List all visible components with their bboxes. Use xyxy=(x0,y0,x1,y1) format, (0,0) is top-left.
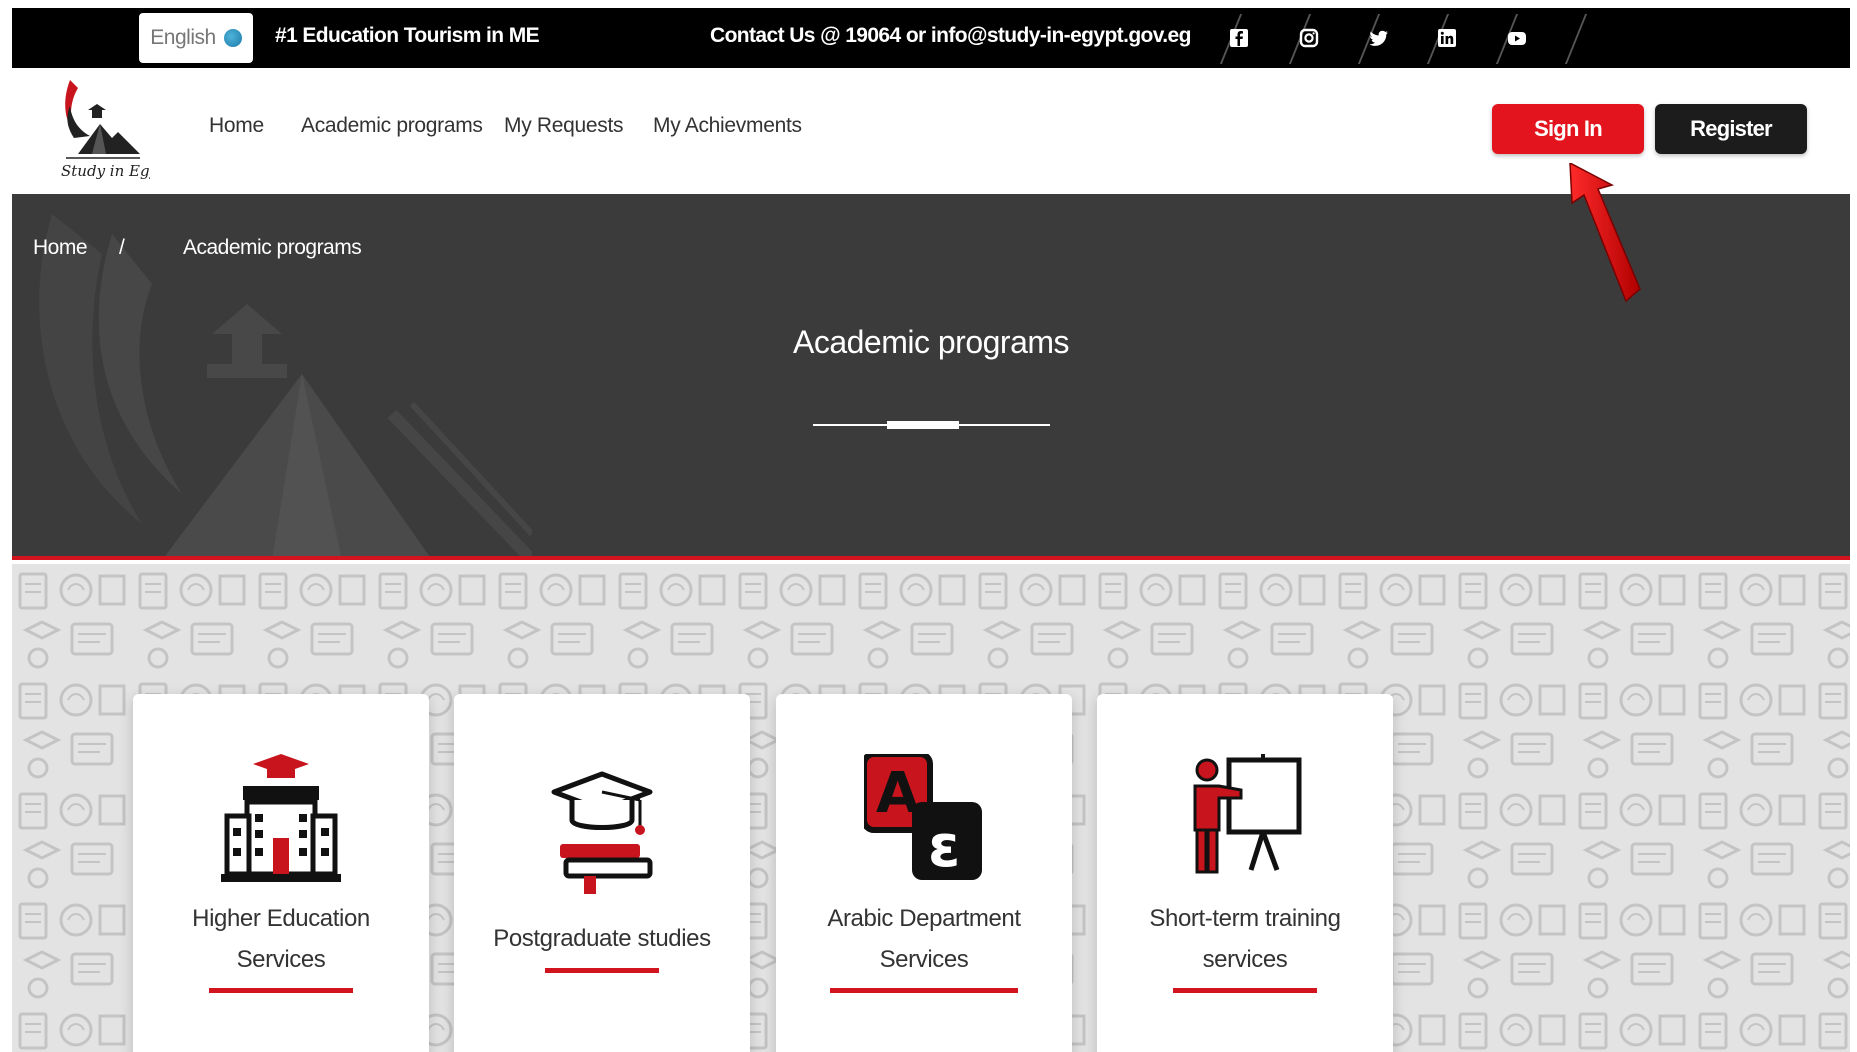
pointer-arrow-icon xyxy=(1569,163,1641,303)
university-building-icon xyxy=(221,754,341,882)
card-arabic-department[interactable]: A ε Arabic Department Services xyxy=(776,694,1072,1052)
page-title: Academic programs xyxy=(792,324,1070,360)
tagline: #1 Education Tourism in ME xyxy=(275,24,540,47)
language-selector[interactable]: English xyxy=(139,13,253,63)
logo-text: Study in Egypt xyxy=(61,162,150,180)
card-title-line2: Services xyxy=(236,946,326,973)
services-section: Higher Education Services Postgraduate s… xyxy=(12,564,1850,1052)
nav-home[interactable]: Home xyxy=(209,114,264,138)
graduation-cap-books-icon xyxy=(551,771,653,894)
logo-icon: Study in Egypt xyxy=(61,80,175,180)
twitter-icon xyxy=(1369,30,1388,46)
card-underline xyxy=(545,968,659,973)
card-title-line1: Postgraduate studies xyxy=(493,925,711,952)
sign-in-button[interactable]: Sign In xyxy=(1492,104,1644,154)
card-title-line1: Short-term training xyxy=(1149,905,1341,932)
title-underline-accent xyxy=(887,421,959,429)
linkedin-icon xyxy=(1438,29,1456,47)
card-underline xyxy=(830,988,1018,993)
twitter-link[interactable] xyxy=(1344,8,1414,68)
facebook-link[interactable] xyxy=(1204,8,1274,68)
globe-icon xyxy=(223,29,242,47)
arabic-letters-icon: A ε xyxy=(864,754,982,880)
card-title-line2: Services xyxy=(879,946,969,973)
svg-text:ε: ε xyxy=(928,812,960,880)
breadcrumb-separator: / xyxy=(119,236,125,259)
card-higher-education[interactable]: Higher Education Services xyxy=(133,694,429,1052)
page: English #1 Education Tourism in ME Conta… xyxy=(12,8,1850,1052)
register-button[interactable]: Register xyxy=(1655,104,1807,154)
facebook-icon xyxy=(1230,29,1248,47)
linkedin-link[interactable] xyxy=(1412,8,1482,68)
breadcrumb-home[interactable]: Home xyxy=(33,236,88,260)
youtube-link[interactable] xyxy=(1482,8,1552,68)
card-short-term-training[interactable]: Short-term training services xyxy=(1097,694,1393,1052)
contact-info[interactable]: Contact Us @ 19064 or info@study-in-egyp… xyxy=(710,24,1191,48)
top-bar: English #1 Education Tourism in ME Conta… xyxy=(12,8,1850,68)
instagram-icon xyxy=(1299,28,1319,48)
teacher-board-icon xyxy=(1193,754,1302,874)
divider xyxy=(1564,14,1588,64)
card-postgraduate[interactable]: Postgraduate studies xyxy=(454,694,750,1052)
nav-my-achievements[interactable]: My Achievments xyxy=(653,114,802,138)
card-underline xyxy=(209,988,353,993)
nav-academic-programs[interactable]: Academic programs xyxy=(301,114,483,138)
card-title-line2: services xyxy=(1202,946,1288,973)
breadcrumb-current: Academic programs xyxy=(183,236,362,259)
language-label: English xyxy=(150,26,216,49)
study-in-egypt-logo[interactable]: Study in Egypt xyxy=(52,76,175,188)
youtube-icon xyxy=(1508,32,1526,45)
card-title-line1: Higher Education xyxy=(192,905,370,932)
instagram-link[interactable] xyxy=(1274,8,1344,68)
card-title-line1: Arabic Department xyxy=(827,905,1021,932)
card-underline xyxy=(1173,988,1317,993)
nav-my-requests[interactable]: My Requests xyxy=(504,114,624,138)
